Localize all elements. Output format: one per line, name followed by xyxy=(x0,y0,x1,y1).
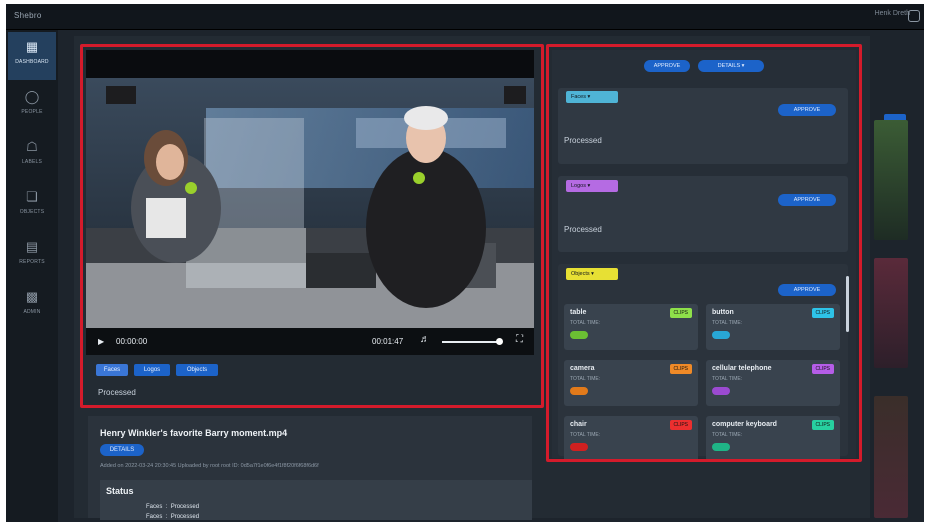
details-button[interactable]: DETAILS xyxy=(100,444,144,456)
status-separator: : xyxy=(165,514,168,520)
person-icon: ◯ xyxy=(24,89,40,104)
cube-icon: ❏ xyxy=(26,189,38,204)
sidebar-item-labels[interactable]: ☖ LABELS xyxy=(8,132,56,180)
tag-icon: ☖ xyxy=(26,139,38,154)
sidebar-item-reports[interactable]: ▤ REPORTS xyxy=(8,232,56,280)
bar-chart-icon: ▤ xyxy=(25,239,39,254)
sidebar: ▦ DASHBOARD ◯ PEOPLE ☖ LABELS ❏ OBJECTS … xyxy=(6,30,58,522)
highlight-frame-review xyxy=(546,44,862,462)
top-bar: Shebro Henk Dreth xyxy=(6,4,924,30)
thumbnail-image[interactable] xyxy=(874,258,908,368)
status-value: Processed xyxy=(170,504,200,510)
sidebar-item-label: REPORTS xyxy=(19,259,45,265)
grid-icon: ▦ xyxy=(25,39,39,54)
sidebar-item-objects[interactable]: ❏ OBJECTS xyxy=(8,182,56,230)
video-meta: Added on 2022-03-24 20:30:45 Uploaded by… xyxy=(100,463,319,469)
building-icon: ▩ xyxy=(25,289,39,304)
sidebar-item-people[interactable]: ◯ PEOPLE xyxy=(8,82,56,130)
sidebar-item-admin[interactable]: ▩ ADMIN xyxy=(8,282,56,330)
background-thumbnails xyxy=(874,80,908,518)
sidebar-item-label: LABELS xyxy=(21,159,43,165)
status-value: Processed xyxy=(170,514,200,520)
highlight-frame-player xyxy=(80,44,544,408)
thumbnail-image[interactable] xyxy=(874,120,908,240)
user-icon[interactable] xyxy=(908,10,920,22)
status-row: Faces : Processed xyxy=(146,514,199,520)
sidebar-item-dashboard[interactable]: ▦ DASHBOARD xyxy=(8,32,56,80)
status-title: Status xyxy=(106,486,134,496)
user-name[interactable]: Henk Dreth xyxy=(875,10,910,17)
sidebar-item-label: DASHBOARD xyxy=(15,59,49,65)
status-key: Faces xyxy=(146,514,163,520)
status-key: Faces xyxy=(146,504,163,510)
status-row: Faces : Processed xyxy=(146,504,199,510)
sidebar-item-label: PEOPLE xyxy=(21,109,43,115)
sidebar-item-label: ADMIN xyxy=(23,309,41,315)
app-title: Shebro xyxy=(14,11,42,20)
thumbnail-image[interactable] xyxy=(874,396,908,518)
video-title: Henry Winkler's favorite Barry moment.mp… xyxy=(100,428,288,438)
sidebar-item-label: OBJECTS xyxy=(19,209,45,215)
status-separator: : xyxy=(165,504,168,510)
